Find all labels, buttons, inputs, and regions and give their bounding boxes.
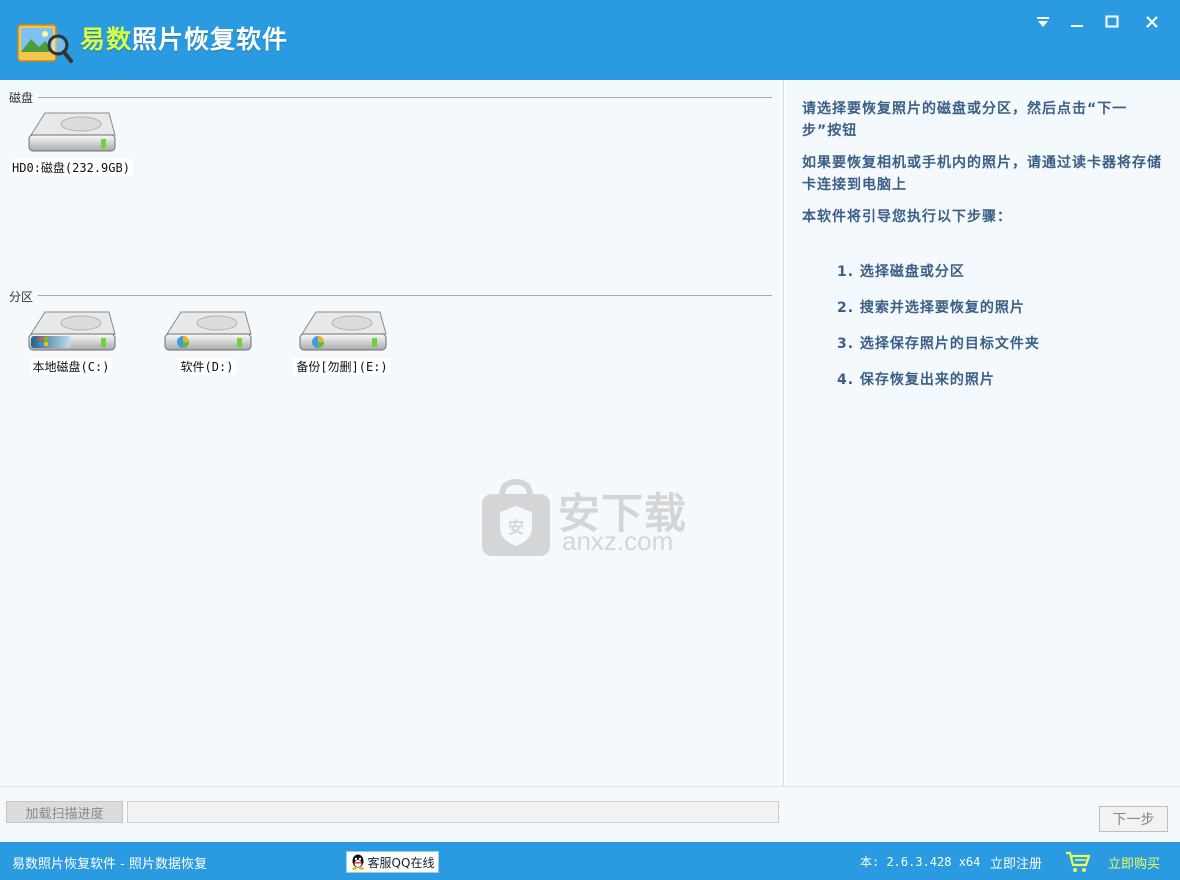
partition-label-e: 备份[勿删](E:) — [293, 358, 391, 375]
cart-icon[interactable] — [1065, 850, 1091, 874]
title-bar: 易数照片恢复软件 — [0, 0, 1180, 80]
app-title-highlight: 易数 — [80, 25, 133, 54]
progress-area: 加载扫描进度 下一步 — [0, 786, 1180, 842]
step-1: 1. 选择磁盘或分区 — [837, 264, 965, 280]
register-link[interactable]: 立即注册 — [990, 853, 1042, 872]
step-3: 3. 选择保存照片的目标文件夹 — [837, 336, 1040, 352]
maximize-icon — [1105, 15, 1119, 28]
app-title-rest: 照片恢复软件 — [132, 25, 289, 54]
app-logo-icon — [14, 17, 74, 67]
close-icon — [1146, 16, 1158, 28]
disk-label: HD0:磁盘(232.9GB) — [9, 159, 133, 176]
app-title: 易数照片恢复软件 — [80, 20, 288, 56]
menu-dropdown-icon — [1037, 17, 1049, 27]
maximize-button[interactable] — [1099, 10, 1125, 34]
qq-support-button[interactable]: 客服QQ在线 — [346, 851, 439, 873]
partition-label-d: 软件(D:) — [177, 358, 237, 375]
disk-section-label: 磁盘 — [9, 91, 34, 105]
close-button[interactable] — [1139, 10, 1165, 34]
watermark-en: anxz.com — [562, 526, 674, 556]
instructions-panel: 请选择要恢复照片的磁盘或分区，然后点击“下一步”按钮 如果要恢复相机或手机内的照… — [785, 80, 1180, 786]
next-button[interactable]: 下一步 — [1099, 806, 1168, 832]
instruction-para-3: 本软件将引导您执行以下步骤： — [802, 209, 1012, 225]
status-bar: 易数照片恢复软件 - 照片数据恢复 客服QQ在线 本: 2.6.3.428 x6… — [0, 842, 1180, 880]
minimize-icon — [1071, 25, 1083, 27]
watermark: 安 安下载 anxz.com — [480, 478, 700, 560]
partition-item-c[interactable]: 本地磁盘(C:) — [6, 306, 136, 375]
load-scan-progress-button[interactable]: 加载扫描进度 — [6, 801, 123, 823]
svg-text:安: 安 — [508, 518, 524, 537]
partition-item-e[interactable]: 备份[勿删](E:) — [277, 306, 407, 375]
system-drive-icon — [28, 311, 116, 351]
status-app-text: 易数照片恢复软件 - 照片数据恢复 — [12, 857, 207, 872]
drive-icon — [164, 311, 252, 351]
disk-section-divider — [38, 97, 772, 98]
qq-penguin-icon — [351, 854, 364, 870]
shield-bag-icon: 安 — [482, 478, 550, 556]
scan-progress-bar — [127, 801, 779, 823]
hard-disk-icon — [28, 112, 116, 152]
disk-item-hd0[interactable]: HD0:磁盘(232.9GB) — [6, 107, 136, 176]
instruction-para-1: 请选择要恢复照片的磁盘或分区，然后点击“下一步”按钮 — [802, 101, 1128, 139]
minimize-button[interactable] — [1064, 10, 1090, 34]
drive-icon — [299, 311, 387, 351]
partition-label-c: 本地磁盘(C:) — [29, 358, 113, 375]
menu-dropdown-button[interactable] — [1030, 10, 1056, 34]
instruction-para-2: 如果要恢复相机或手机内的照片，请通过读卡器将存储卡连接到电脑上 — [802, 155, 1162, 193]
step-2: 2. 搜索并选择要恢复的照片 — [837, 300, 1025, 316]
partition-section-label: 分区 — [9, 290, 34, 304]
step-4: 4. 保存恢复出来的照片 — [837, 372, 995, 388]
qq-support-label: 客服QQ在线 — [367, 855, 435, 870]
partition-section-divider — [38, 295, 772, 296]
version-text: 本: 2.6.3.428 x64 — [860, 855, 981, 869]
partition-item-d[interactable]: 软件(D:) — [142, 306, 272, 375]
buy-now-link[interactable]: 立即购买 — [1108, 853, 1160, 872]
drive-panel: 磁盘 HD0:磁盘(232.9GB) 分区 本地磁盘(C:) 软件(D:) 备份… — [0, 80, 784, 786]
